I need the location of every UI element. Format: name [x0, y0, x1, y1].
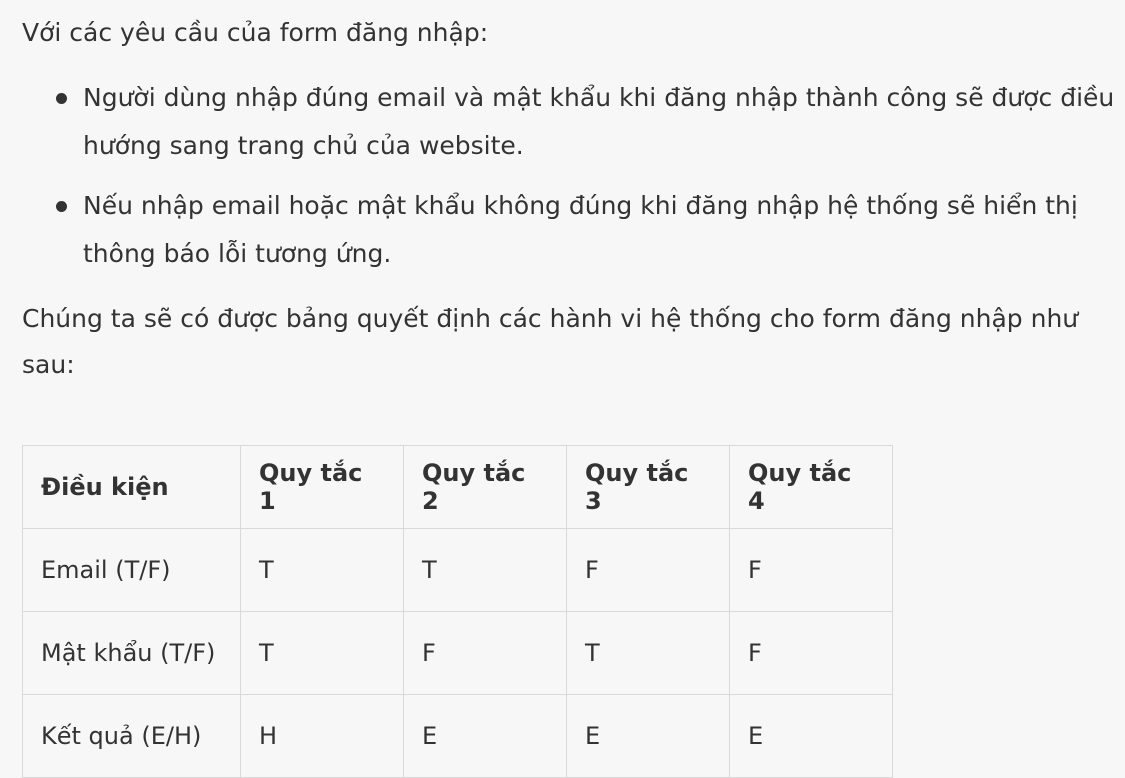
- list-item: Người dùng nhập đúng email và mật khẩu k…: [22, 74, 1122, 170]
- table-cell: T: [566, 611, 730, 695]
- bullet-icon: [56, 93, 67, 104]
- table-cell: T: [240, 611, 404, 695]
- list-item-text: Nếu nhập email hoặc mật khẩu không đúng …: [83, 191, 1078, 268]
- table-cell: Kết quả (E/H): [22, 694, 241, 778]
- article-content: Với các yêu cầu của form đăng nhập: Ngườ…: [22, 0, 1122, 388]
- table-cell: F: [729, 611, 893, 695]
- table-cell: T: [403, 528, 567, 612]
- table-cell: E: [729, 694, 893, 778]
- list-item-text: Người dùng nhập đúng email và mật khẩu k…: [83, 83, 1115, 160]
- table-header-cell: Điều kiện: [22, 445, 241, 529]
- table-cell: E: [566, 694, 730, 778]
- bullet-icon: [56, 201, 67, 212]
- decision-table: Điều kiện Quy tắc 1 Quy tắc 2 Quy tắc 3 …: [22, 445, 893, 778]
- table-cell: E: [403, 694, 567, 778]
- table-cell: F: [566, 528, 730, 612]
- table-cell: T: [240, 528, 404, 612]
- table-cell: Email (T/F): [22, 528, 241, 612]
- list-item: Nếu nhập email hoặc mật khẩu không đúng …: [22, 182, 1122, 278]
- table-cell: H: [240, 694, 404, 778]
- table-cell: Mật khẩu (T/F): [22, 611, 241, 695]
- table-row: Kết quả (E/H) H E E E: [22, 694, 893, 778]
- table-cell: F: [403, 611, 567, 695]
- table-cell: F: [729, 528, 893, 612]
- table-header-cell: Quy tắc 2: [403, 445, 567, 529]
- table-header-cell: Quy tắc 1: [240, 445, 404, 529]
- table-header-cell: Quy tắc 4: [729, 445, 893, 529]
- requirements-list: Người dùng nhập đúng email và mật khẩu k…: [22, 74, 1122, 278]
- table-header-cell: Quy tắc 3: [566, 445, 730, 529]
- summary-paragraph: Chúng ta sẽ có được bảng quyết định các …: [22, 304, 1079, 379]
- table-row: Mật khẩu (T/F) T F T F: [22, 611, 893, 695]
- intro-paragraph: Với các yêu cầu của form đăng nhập:: [22, 18, 489, 47]
- table-row: Email (T/F) T T F F: [22, 528, 893, 612]
- table-header-row: Điều kiện Quy tắc 1 Quy tắc 2 Quy tắc 3 …: [22, 445, 893, 529]
